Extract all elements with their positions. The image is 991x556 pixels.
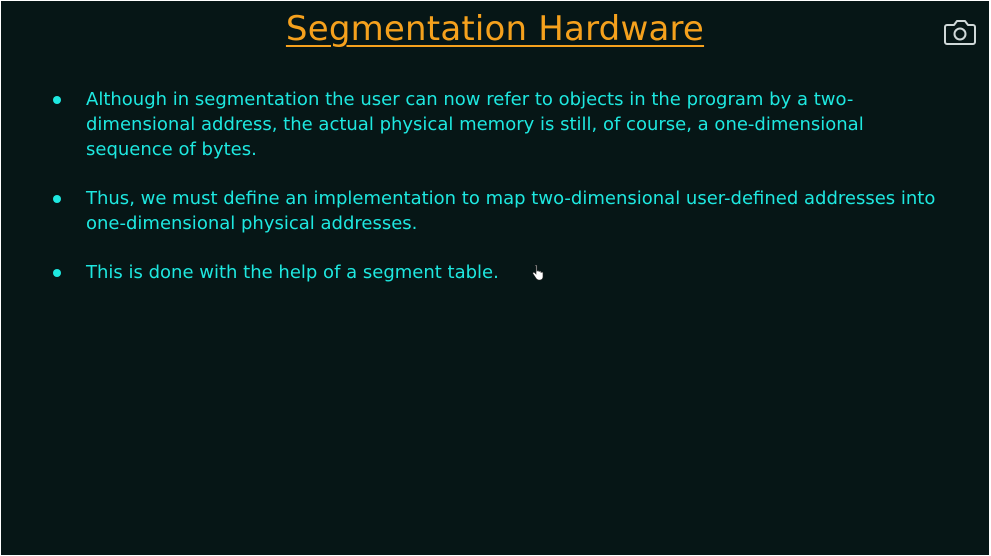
bullet-item: Thus, we must define an implementation t… (49, 186, 939, 236)
screenshot-button[interactable] (941, 13, 979, 51)
bullet-text: This is done with the help of a segment … (86, 262, 499, 283)
bullet-marker (53, 195, 61, 203)
bullet-marker (53, 269, 61, 277)
bullet-marker (53, 96, 61, 104)
bullet-text: Although in segmentation the user can no… (86, 89, 864, 160)
camera-icon (944, 20, 976, 45)
slide-viewer: Segmentation Hardware Although in segmen… (1, 1, 989, 555)
bullet-item: Although in segmentation the user can no… (49, 87, 939, 162)
bullet-list: Although in segmentation the user can no… (49, 87, 939, 309)
hand-pointer-icon (532, 265, 544, 281)
bullet-item: This is done with the help of a segment … (49, 260, 939, 285)
bullet-text: Thus, we must define an implementation t… (86, 188, 936, 234)
slide-title: Segmentation Hardware (285, 9, 705, 49)
